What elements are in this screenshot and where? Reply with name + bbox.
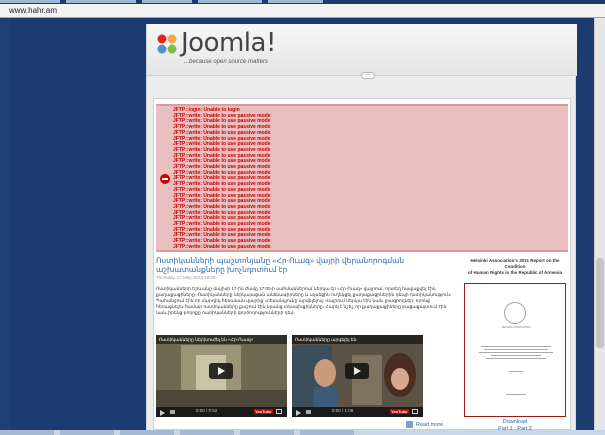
address-bar[interactable]: www.hahr.am: [0, 4, 605, 18]
taskbar-button[interactable]: [180, 430, 234, 435]
report-title: Helsinki Association's 2011 Report on th…: [460, 258, 570, 276]
taskbar-button[interactable]: [240, 430, 294, 435]
browser-tab[interactable]: [0, 0, 60, 3]
volume-icon[interactable]: [170, 410, 175, 414]
video-controls: 0:00 / 0:52 YouTube: [156, 407, 287, 417]
play-icon[interactable]: [345, 363, 369, 379]
logo-text: Joomla!: [181, 28, 276, 58]
read-more-link[interactable]: Read more: [416, 422, 443, 428]
article-body: Ոստիկանների Երևանը մայիսի 17-ին ժամը 17:…: [156, 286, 452, 315]
collapse-header-button[interactable]: —: [361, 72, 375, 79]
report-cover-image[interactable]: HELSINKI ASSOCIATION: [464, 283, 566, 417]
error-icon: [160, 174, 170, 184]
fullscreen-icon[interactable]: [412, 409, 418, 414]
taskbar: [0, 430, 605, 435]
sidebar-report: Helsinki Association's 2011 Report on th…: [460, 256, 570, 432]
youtube-logo-icon[interactable]: YouTube: [390, 409, 409, 414]
download-label[interactable]: Download: [460, 419, 570, 425]
content-frame: JFTP::login: Unable to login JFTP::write…: [153, 98, 571, 432]
control-play-icon[interactable]: [296, 410, 301, 416]
video-time: 0:00 / 1:06: [332, 408, 354, 413]
address-url[interactable]: www.hahr.am: [9, 6, 57, 15]
read-more-icon[interactable]: [406, 421, 413, 428]
error-list: JFTP::login: Unable to login JFTP::write…: [173, 107, 271, 251]
video-title[interactable]: Ոստիկանները արգելել են: [292, 335, 423, 344]
article: Ոստիկանների պաշտոնյանը «Հր-Ուազ» վայրի վ…: [156, 256, 454, 431]
report-text-lines: [477, 344, 555, 397]
taskbar-button[interactable]: [120, 430, 174, 435]
video-title[interactable]: Ոստիկանները ներխուժել են «Հր-Ուազ»: [156, 335, 287, 344]
joomla-site: Joomla! ...because open source matters —…: [146, 24, 577, 432]
browser-tab[interactable]: [142, 0, 192, 3]
video-player[interactable]: Ոստիկանները ներխուժել են «Հր-Ուազ» 0:00 …: [156, 335, 287, 417]
error-line: JFTP::write: Unable to use passive mode: [173, 243, 271, 250]
video-time: 0:00 / 0:52: [196, 408, 218, 413]
article-title[interactable]: Ոստիկանների պաշտոնյանը «Հր-Ուազ» վայրի վ…: [156, 256, 454, 274]
browser-tab[interactable]: [66, 0, 136, 3]
joomla-logo-icon: [157, 34, 177, 54]
logo-tagline: ...because open source matters: [184, 59, 269, 65]
browser-tab[interactable]: [268, 0, 323, 3]
taskbar-button[interactable]: [0, 430, 54, 435]
vertical-scrollbar[interactable]: [594, 18, 605, 430]
seal-caption: HELSINKI ASSOCIATION: [501, 326, 531, 329]
article-date: Thursday, 17 May 2012 18:09: [156, 275, 216, 280]
video-player[interactable]: Ոստիկանները արգելել են 0:00 / 1:06 YouTu…: [292, 335, 423, 417]
taskbar-button[interactable]: [60, 430, 114, 435]
browser-tab[interactable]: [198, 0, 262, 3]
play-icon[interactable]: [209, 363, 233, 379]
video-controls: 0:00 / 1:06 YouTube: [292, 407, 423, 417]
page-left-margin: [0, 18, 10, 430]
taskbar-button[interactable]: [300, 430, 354, 435]
scrollbar-thumb[interactable]: [596, 258, 604, 348]
fullscreen-icon[interactable]: [276, 409, 282, 414]
error-message-box: JFTP::login: Unable to login JFTP::write…: [156, 104, 568, 252]
youtube-logo-icon[interactable]: YouTube: [254, 409, 273, 414]
control-play-icon[interactable]: [160, 410, 165, 416]
report-title-line: of Human Rights in the Republic of Armen…: [467, 270, 563, 275]
volume-icon[interactable]: [306, 410, 311, 414]
helsinki-seal-icon: [504, 302, 526, 324]
site-header: Joomla! ...because open source matters: [147, 24, 577, 76]
